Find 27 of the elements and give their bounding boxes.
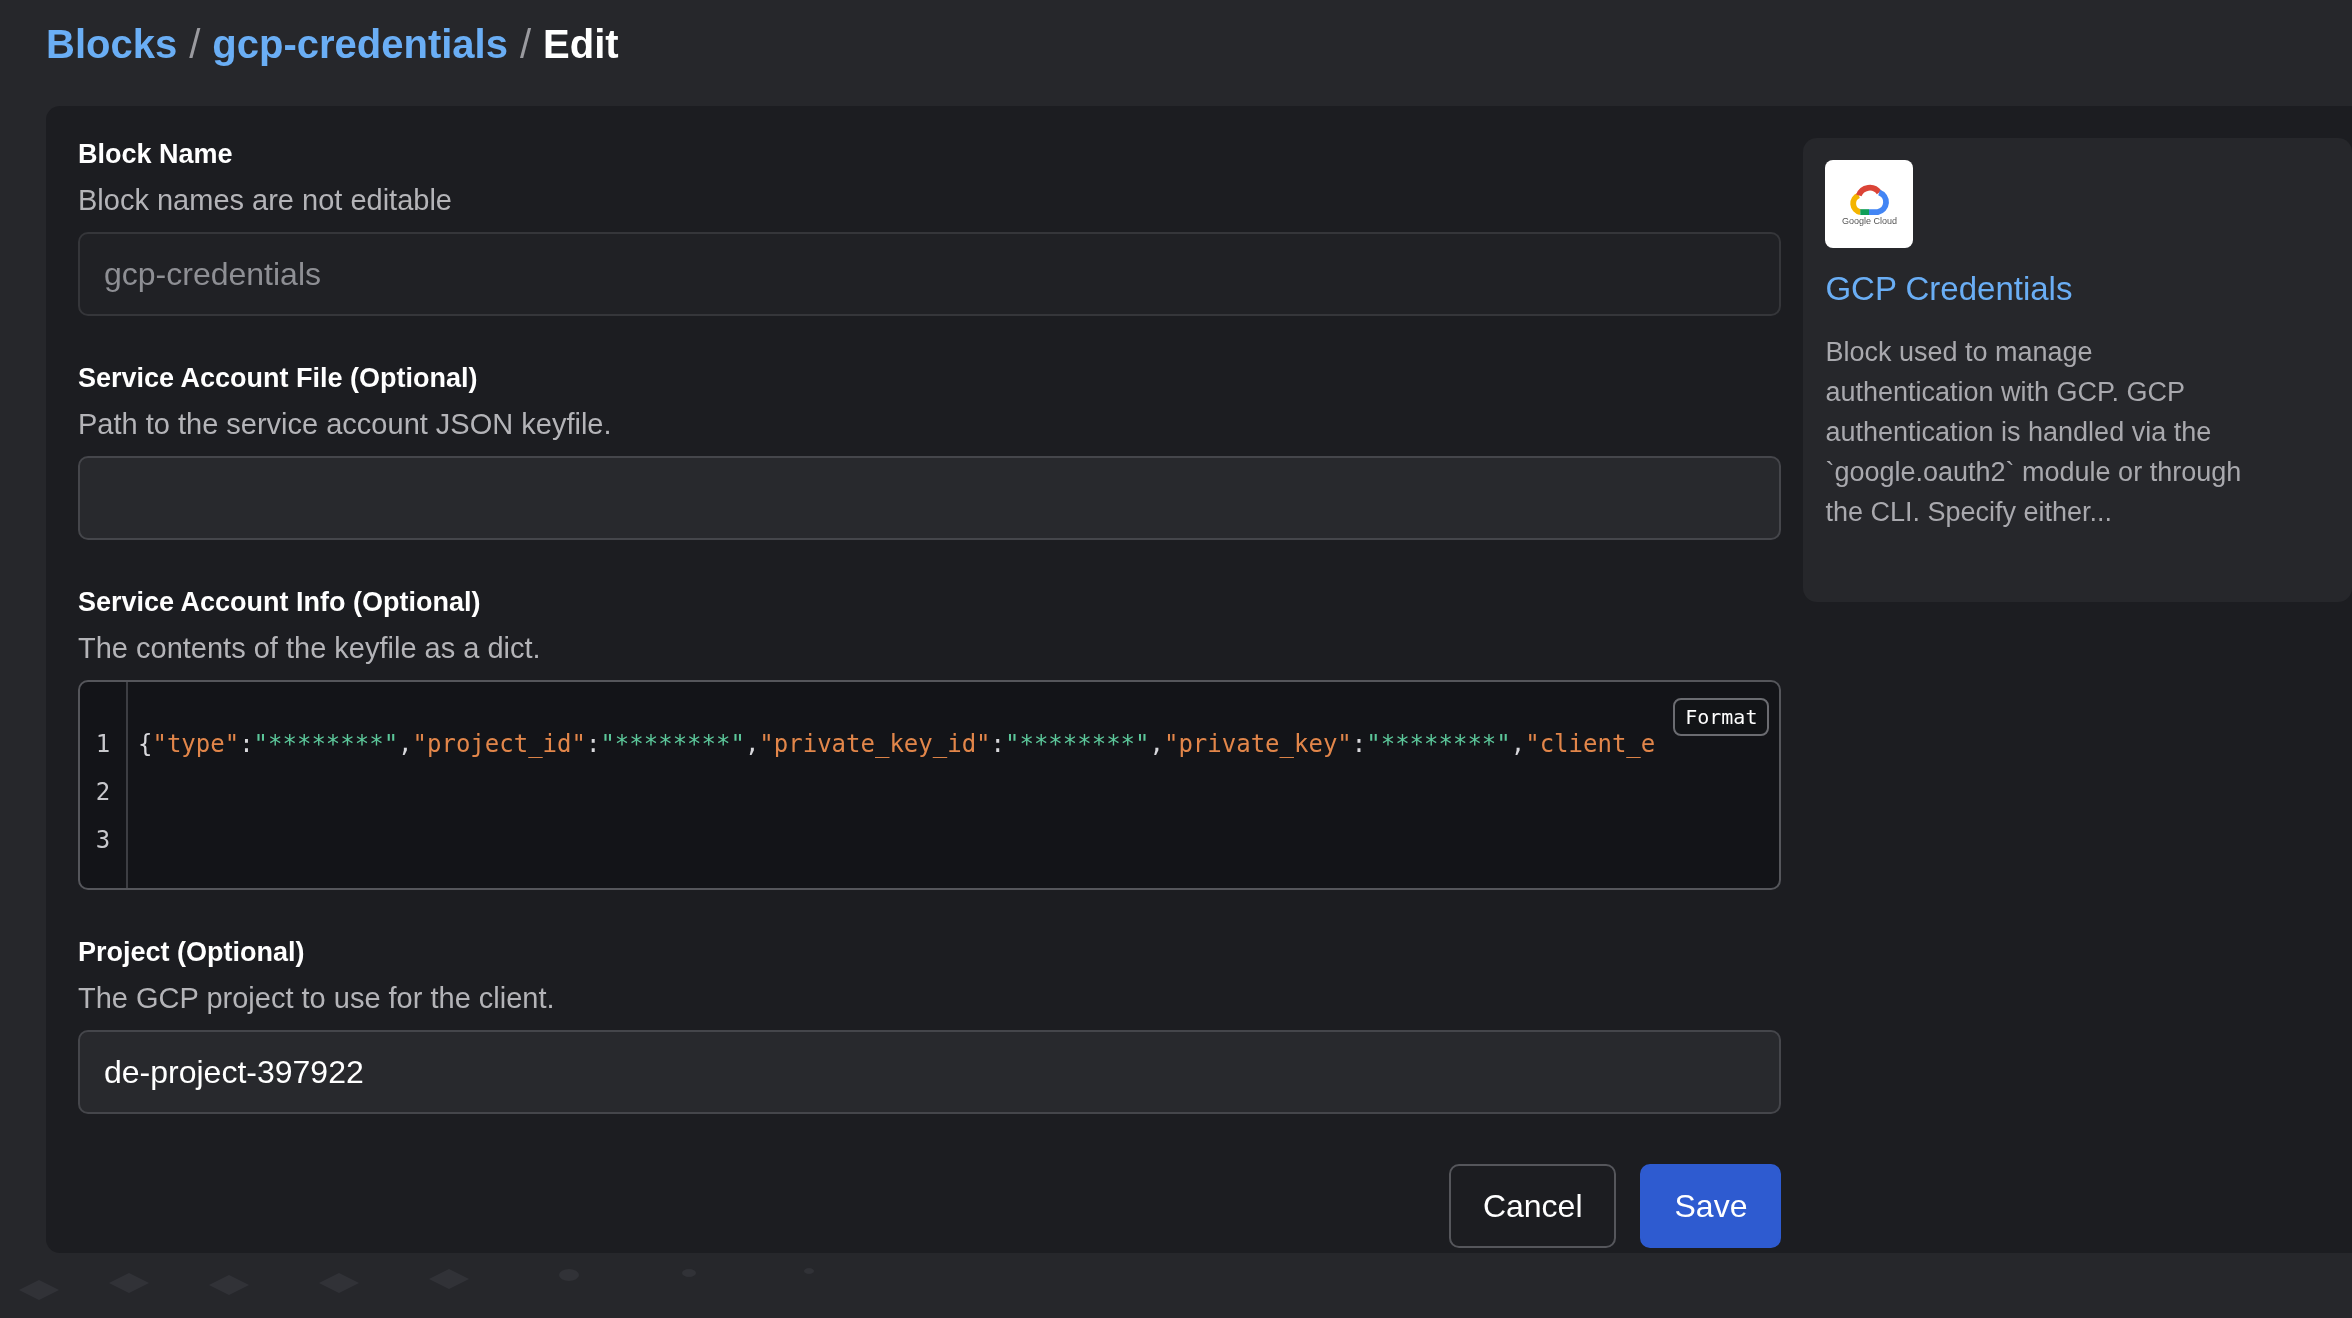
line-number: 3	[95, 825, 111, 856]
line-number: 2	[95, 777, 111, 808]
input-field[interactable]	[78, 456, 1782, 540]
input-field[interactable]: de-project-397922	[78, 1030, 1782, 1114]
breadcrumb-separator: /	[519, 22, 532, 66]
breadcrumb-link[interactable]: Blocks	[46, 22, 178, 66]
code-line: {"type":"********","project_id":"********","private_key_id":"********","private_key":"********","client_e	[138, 729, 1656, 760]
code-editor[interactable]: 1 2 3 {"type":"********","project_id":"********","private_key_id":"********","private_key":"********","client_e Format	[78, 680, 1782, 890]
save-button[interactable]: Save	[1640, 1164, 1782, 1248]
field-label: Block Name	[78, 138, 234, 171]
field-help: Block names are not editable	[78, 182, 453, 218]
cloud-logo-icon	[1847, 182, 1892, 215]
line-number: 1	[95, 729, 111, 760]
field-label: Service Account Info (Optional)	[78, 586, 482, 619]
breadcrumb-current: Edit	[543, 22, 619, 66]
format-button[interactable]: Format	[1673, 698, 1770, 736]
breadcrumb-link[interactable]: gcp-credentials	[212, 22, 508, 66]
field-label: Service Account File (Optional)	[78, 362, 479, 395]
cancel-button[interactable]: Cancel	[1448, 1164, 1617, 1248]
field-label: Project (Optional)	[78, 936, 306, 969]
logo-caption: Google Cloud	[1841, 216, 1897, 226]
block-title: GCP Credentials	[1825, 269, 2074, 309]
field-help: The GCP project to use for the client.	[78, 980, 556, 1016]
breadcrumb-separator: /	[189, 22, 201, 66]
field-help: The contents of the keyfile as a dict.	[78, 630, 542, 666]
block-description: Block used to manage authentication with GCP. GCP authentication is handled via the `google.oauth2` module or through the CLI. Specify either...	[1825, 335, 2243, 529]
field-help: Path to the service account JSON keyfile.	[78, 406, 613, 442]
